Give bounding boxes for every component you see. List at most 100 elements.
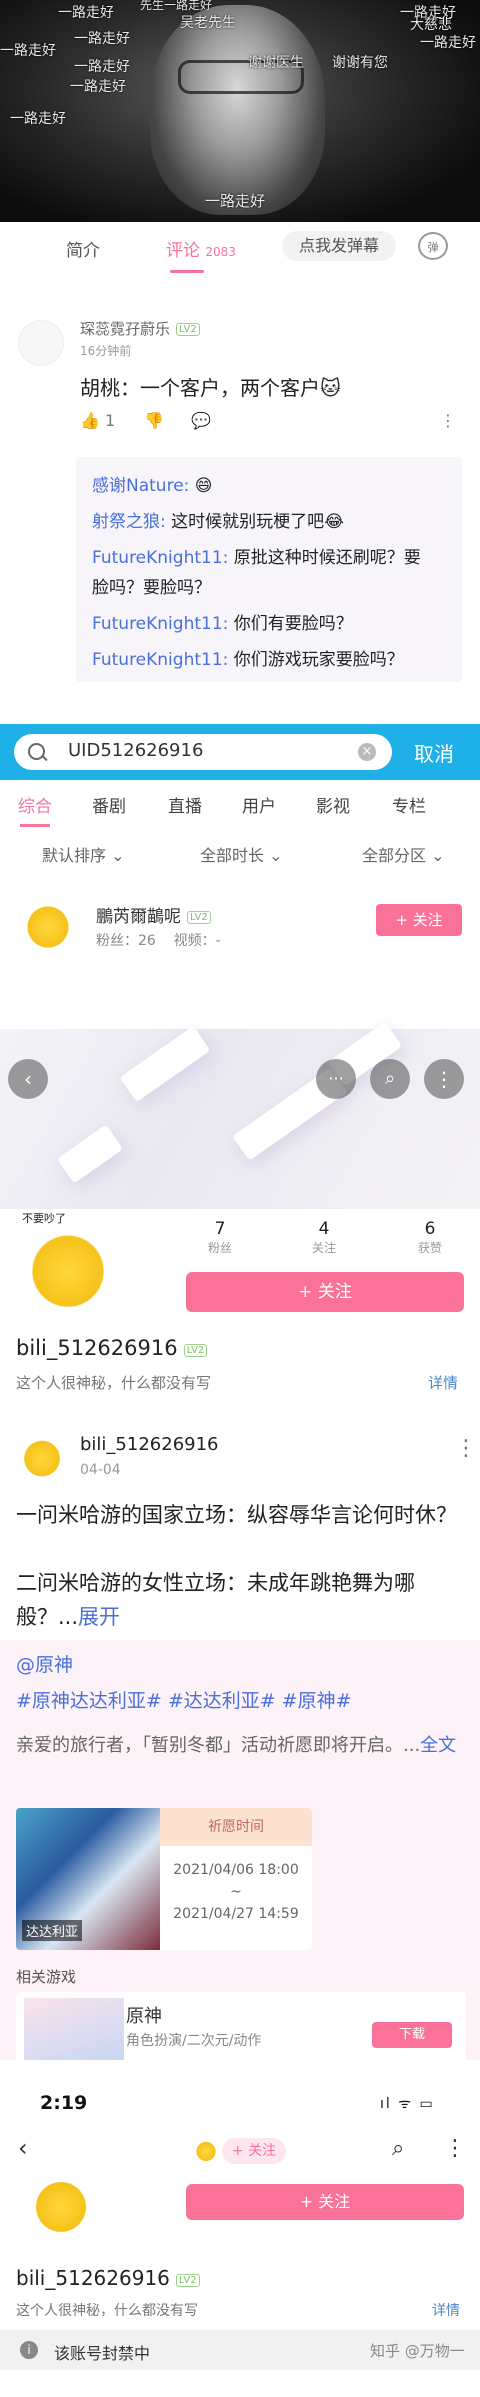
like-count: 1 [105,411,116,430]
back-icon[interactable]: ‹ [18,2134,28,2162]
expand-link[interactable]: 展开 [78,1605,120,1629]
more-icon[interactable]: ⋮ [455,1436,477,1461]
category-tab[interactable]: 直播 [168,792,202,817]
reply-author[interactable]: FutureKnight11: [92,614,228,634]
fans-count: 26 [138,933,156,949]
download-button[interactable]: 下载 [372,2022,452,2048]
category-tab[interactable]: 番剧 [92,792,126,817]
reply-item: 脸吗？要脸吗？ [92,573,211,598]
stat-number: 4 [318,1219,330,1239]
related-games-label: 相关游戏 [16,1968,77,1986]
reply-author[interactable]: 射祭之狼: [92,512,166,532]
cancel-button[interactable]: 取消 [414,738,454,767]
like-icon[interactable]: 👍 [80,411,100,430]
tab-intro[interactable]: 简介 [66,236,100,261]
game-card[interactable]: 原神 角色扮演/二次元/动作 下载 [16,1992,466,2062]
profile-screen-bottom: 2:19 ıl ᯤ ▭ ‹ + 关注 ⌕ ⋮ + 关注 bili_5126269… [0,2082,480,2397]
video-subtitle: 一路走好 [205,192,266,210]
game-name: 原神 [126,2006,162,2027]
filter-sort[interactable]: 默认排序 ⌄ [42,842,125,866]
danmaku: 谢谢医生 [248,55,304,71]
profile-detail-link[interactable]: 详情 [432,2300,460,2320]
reply-author[interactable]: FutureKnight11: [92,548,228,568]
video-player[interactable]: 一路走好 先生一路走好 吴老先生 一路走好 大慈悲 一路走好 一路走好 一路走好… [0,0,480,222]
avatar [18,894,78,954]
dislike-icon[interactable]: 👎 [144,411,164,430]
tab-underline [170,270,204,273]
reply-item: 感谢Nature: 😄 [92,471,213,496]
watermark: 知乎 @万物一 [370,2342,465,2360]
post-line: 二问米哈游的女性立场：未成年跳艳舞为哪般？...展开 [16,1566,466,1634]
search-categories: 综合 番剧 直播 用户 影视 专栏 [0,780,480,828]
video-tabs: 简介 评论 2083 点我发弹幕 弹 [0,222,480,275]
search-icon[interactable]: ⌕ [392,2136,404,2161]
post-author[interactable]: bili_512626916 [80,1434,219,1455]
ban-text: 该账号封禁中 [54,2344,151,2363]
filter-zone[interactable]: 全部分区 ⌄ [362,842,445,866]
chevron-down-icon: ⌄ [431,846,445,865]
event-sep: ~ [230,1884,242,1900]
profile-avatar[interactable] [18,2174,104,2234]
reply-author[interactable]: 感谢Nature: [92,476,189,496]
danmaku: 一路走好 [0,43,56,59]
profile-name-text: bili_512626916 [16,2266,170,2290]
category-tab[interactable]: 影视 [316,792,350,817]
overflow-icon[interactable]: ⋮ [424,1059,464,1099]
topic-tags[interactable]: #原神达达利亚# #达达利亚# #原神# [16,1686,352,1713]
category-underline [20,824,50,827]
reply-text: 脸吗？要脸吗？ [92,578,211,598]
profile-follow-button[interactable]: + 关注 [186,1272,464,1312]
danmaku-toggle-icon[interactable]: 弹 [418,232,448,260]
search-filters: 默认排序 ⌄ 全部时长 ⌄ 全部分区 ⌄ [0,828,480,878]
search-icon [28,743,45,760]
post-line-text: 二问米哈游的女性立场：未成年跳艳舞为哪般？... [16,1571,415,1629]
follow-button[interactable]: + 关注 [376,904,462,936]
username-text: 琛蕊霓孖蔚乐 [80,320,171,338]
post-date: 04-04 [80,1462,121,1478]
category-tab[interactable]: 综合 [18,792,52,817]
more-icon[interactable]: ⋮ [440,411,456,430]
search-icon[interactable]: ⌕ [370,1059,410,1099]
danmaku: 大慈悲 [410,17,452,33]
level-badge: LV2 [183,1344,208,1357]
more-options-icon[interactable]: ··· [316,1059,356,1099]
reply-list[interactable]: 感谢Nature: 😄 射祭之狼: 这时候就别玩梗了吧😂 FutureKnigh… [76,457,462,682]
follow-button[interactable]: + 关注 [222,2138,286,2164]
stat-number: 6 [424,1219,436,1239]
danmaku: 吴老先生 [180,15,236,31]
avatar[interactable] [18,320,64,366]
profile-topbar: ‹ + 关注 ⌕ ⋮ [0,2128,480,2178]
event-card[interactable]: 达达利亚 祈愿时间 2021/04/06 18:00 ~ 2021/04/27 … [16,1808,312,1950]
status-icons: ıl ᯤ ▭ [380,2096,435,2112]
profile-avatar[interactable] [16,1214,120,1318]
user-result[interactable]: 鵬芮爾鶓呢 LV2 粉丝：26 视频：- + 关注 [0,884,480,984]
filter-duration[interactable]: 全部时长 ⌄ [200,842,283,866]
overflow-icon[interactable]: ⋮ [444,2136,466,2161]
clear-icon[interactable]: × [358,743,376,761]
reply-item: 射祭之狼: 这时候就别玩梗了吧😂 [92,507,344,532]
result-name-text: 鵬芮爾鶓呢 [96,907,181,927]
category-tab[interactable]: 专栏 [392,792,426,817]
fulltext-link[interactable]: 全文 [420,1735,456,1756]
stat-fans[interactable]: 7 粉丝 [185,1219,255,1256]
profile-description: 这个人很神秘，什么都没有写 [16,1374,212,1392]
mention-link[interactable]: @原神 [16,1650,73,1677]
search-input[interactable]: UID512626916 × [14,734,392,770]
tab-comments[interactable]: 评论 2083 [166,236,236,261]
danmaku: 一路走好 [420,35,476,51]
send-danmaku-button[interactable]: 点我发弹幕 [282,231,396,261]
reply-icon[interactable]: 💬 [191,411,211,430]
profile-detail-link[interactable]: 详情 [428,1372,458,1393]
stat-following[interactable]: 4 关注 [289,1219,359,1256]
profile-follow-button[interactable]: + 关注 [186,2184,464,2220]
avatar [192,2136,220,2164]
stat-likes[interactable]: 6 获赞 [395,1219,465,1256]
avatar[interactable] [16,1430,68,1482]
danmaku: 一路走好 [58,5,114,21]
back-icon[interactable]: ‹ [8,1059,48,1099]
profile-description: 这个人很神秘，什么都没有写 [16,2303,198,2319]
banner-shape [119,1025,211,1103]
comment-username[interactable]: 琛蕊霓孖蔚乐 LV2 [80,318,200,339]
category-tab[interactable]: 用户 [242,792,276,817]
reply-author[interactable]: FutureKnight11: [92,650,228,670]
